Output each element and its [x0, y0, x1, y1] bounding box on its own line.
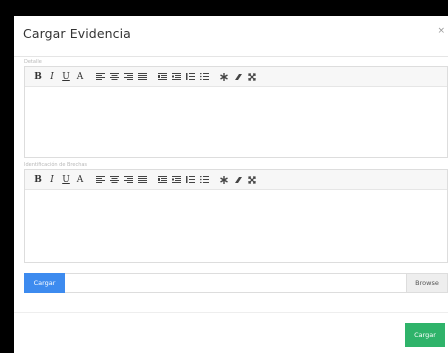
eraser-icon[interactable] [231, 176, 245, 184]
fullscreen-icon[interactable] [245, 72, 259, 81]
fullscreen-icon[interactable] [245, 175, 259, 184]
file-upload-field[interactable]: Cargar Browse [24, 273, 448, 293]
submit-button[interactable]: Cargar [405, 323, 445, 347]
outdent-icon[interactable] [155, 176, 169, 183]
align-left-icon[interactable] [93, 73, 107, 80]
modal-header: Cargar Evidencia × [14, 16, 448, 57]
underline-button[interactable]: U [59, 72, 73, 82]
font-button[interactable]: A [73, 72, 87, 82]
eraser-icon[interactable] [231, 73, 245, 81]
indent-icon[interactable] [169, 73, 183, 80]
close-icon[interactable]: × [437, 26, 445, 36]
modal-title: Cargar Evidencia [23, 26, 131, 41]
detail-text-area[interactable] [25, 87, 447, 157]
footer-divider [14, 312, 448, 313]
upload-button[interactable]: Cargar [24, 273, 65, 293]
font-button[interactable]: A [73, 175, 87, 185]
unordered-list-icon[interactable] [197, 73, 211, 80]
bold-button[interactable]: B [31, 72, 45, 82]
ordered-list-icon[interactable] [183, 73, 197, 80]
outdent-icon[interactable] [155, 73, 169, 80]
bold-button[interactable]: B [31, 175, 45, 185]
align-left-icon[interactable] [93, 176, 107, 183]
justify-icon[interactable] [135, 176, 149, 183]
unordered-list-icon[interactable] [197, 176, 211, 183]
indent-icon[interactable] [169, 176, 183, 183]
gaps-editor: B I U A [24, 169, 448, 263]
align-right-icon[interactable] [121, 73, 135, 80]
editor-toolbar: B I U A [25, 67, 447, 87]
detail-editor: B I U A [24, 66, 448, 158]
upload-evidence-modal: Cargar Evidencia × Detalle B I U A Ident… [14, 16, 448, 353]
italic-button[interactable]: I [45, 72, 59, 82]
editor-toolbar: B I U A [25, 170, 447, 190]
align-center-icon[interactable] [107, 176, 121, 183]
underline-button[interactable]: U [59, 175, 73, 185]
ordered-list-icon[interactable] [183, 176, 197, 183]
gaps-text-area[interactable] [25, 190, 447, 262]
asterisk-icon[interactable] [217, 72, 231, 81]
align-center-icon[interactable] [107, 73, 121, 80]
asterisk-icon[interactable] [217, 175, 231, 184]
detail-label: Detalle [24, 59, 42, 65]
align-right-icon[interactable] [121, 176, 135, 183]
browse-button[interactable]: Browse [406, 274, 447, 292]
gaps-label: Identificación de Brechas [24, 162, 88, 168]
justify-icon[interactable] [135, 73, 149, 80]
italic-button[interactable]: I [45, 175, 59, 185]
